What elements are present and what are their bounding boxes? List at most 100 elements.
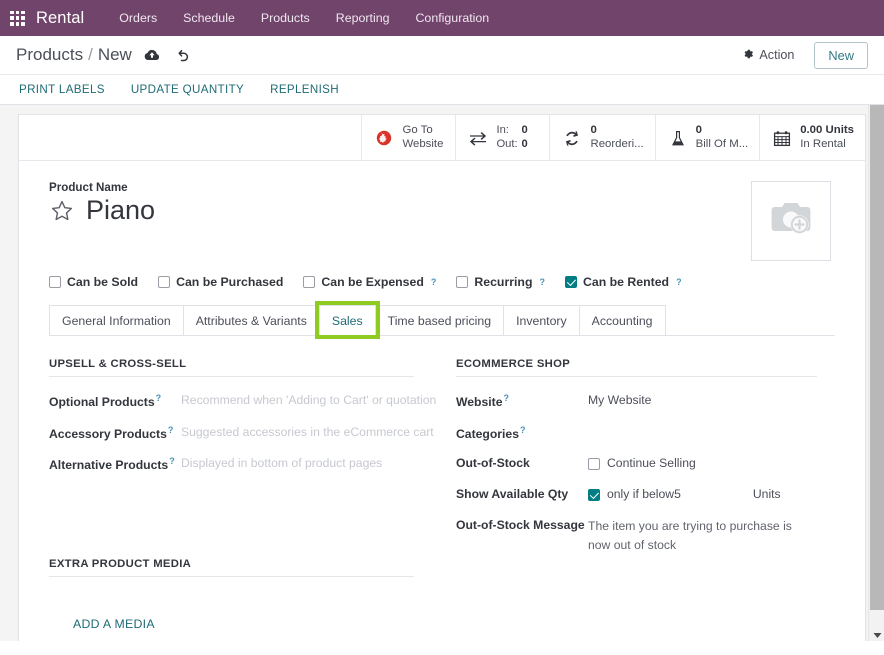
product-image-placeholder[interactable] bbox=[751, 181, 831, 261]
tab-general-information[interactable]: General Information bbox=[49, 305, 184, 335]
placeholder-alternative-products: Displayed in bottom of product pages bbox=[181, 456, 383, 471]
stat-out-value: 0 bbox=[521, 138, 528, 150]
checkbox-box-show-available-qty[interactable] bbox=[588, 488, 600, 501]
label-optional-products: Optional Products? bbox=[49, 391, 181, 411]
action-button-label: Action bbox=[759, 48, 795, 62]
tab-time-based-pricing[interactable]: Time based pricing bbox=[374, 305, 505, 335]
control-panel-actions: Action New bbox=[736, 41, 868, 69]
checkbox-continue-selling[interactable]: Continue Selling bbox=[588, 455, 817, 472]
label-text-accessory-products: Accessory Products bbox=[49, 426, 167, 441]
checkbox-box-recurring[interactable] bbox=[456, 276, 469, 288]
camera-add-icon bbox=[768, 199, 814, 244]
value-categories[interactable] bbox=[588, 423, 817, 424]
value-out-of-stock: Continue Selling bbox=[588, 454, 817, 472]
help-icon-categories[interactable]: ? bbox=[520, 425, 526, 435]
form-button-bar: PRINT LABELS UPDATE QUANTITY REPLENISH bbox=[0, 75, 884, 105]
stat-button-go-to-website[interactable]: Go To Website bbox=[361, 115, 455, 161]
label-alternative-products: Alternative Products? bbox=[49, 454, 181, 474]
value-optional-products[interactable]: Recommend when 'Adding to Cart' or quota… bbox=[181, 391, 436, 409]
input-available-threshold[interactable]: 5 bbox=[674, 486, 681, 503]
nav-item-products[interactable]: Products bbox=[248, 7, 323, 29]
value-alternative-products[interactable]: Displayed in bottom of product pages bbox=[181, 454, 414, 472]
scrollbar-thumb[interactable] bbox=[870, 105, 884, 610]
cloud-save-icon[interactable] bbox=[144, 49, 160, 62]
stat-button-in-rental[interactable]: 0.00 Units In Rental bbox=[759, 115, 865, 161]
checkbox-box-can-be-rented[interactable] bbox=[564, 276, 577, 288]
star-favorite-icon[interactable] bbox=[49, 198, 75, 224]
nav-item-orders[interactable]: Orders bbox=[106, 7, 170, 29]
stat-value-reordering: 0 bbox=[590, 124, 597, 137]
undo-discard-icon[interactable] bbox=[176, 48, 191, 62]
product-name-block: Product Name Piano bbox=[49, 181, 751, 261]
nav-item-schedule[interactable]: Schedule bbox=[170, 7, 248, 29]
stat-button-in-out[interactable]: In: 0 Out: 0 bbox=[455, 115, 549, 161]
tab-attributes-variants[interactable]: Attributes & Variants bbox=[182, 305, 320, 335]
label-accessory-products: Accessory Products? bbox=[49, 423, 181, 443]
product-name-row: Piano bbox=[49, 195, 751, 226]
help-icon-recurring[interactable]: ? bbox=[539, 277, 545, 287]
placeholder-accessory-products: Suggested accessories in the eCommerce c… bbox=[181, 424, 434, 439]
checkbox-can-be-rented[interactable]: Can be Rented ? bbox=[564, 275, 682, 289]
value-out-of-stock-message[interactable]: The item you are trying to purchase is n… bbox=[588, 516, 817, 555]
checkbox-box-can-be-purchased[interactable] bbox=[158, 276, 171, 288]
help-icon-can-be-expensed[interactable]: ? bbox=[431, 277, 437, 287]
checkbox-box-continue-selling[interactable] bbox=[588, 457, 600, 470]
action-button[interactable]: Action bbox=[736, 47, 800, 64]
breadcrumb: Products / New bbox=[16, 45, 191, 65]
stat-value-bill-of-materials: 0 bbox=[695, 124, 702, 137]
stat-out-row: Out: 0 bbox=[496, 138, 527, 152]
replenish-button[interactable]: REPLENISH bbox=[267, 81, 342, 98]
page-body: Go To Website In: 0 Out: 0 0 Reorderi...… bbox=[0, 105, 884, 641]
label-out-of-stock: Out-of-Stock bbox=[456, 456, 530, 471]
field-optional-products: Optional Products? Recommend when 'Addin… bbox=[49, 391, 436, 411]
stat-value-in-rental: 0.00 Units bbox=[800, 124, 854, 137]
tab-sales[interactable]: Sales bbox=[314, 301, 380, 339]
stat-button-reordering[interactable]: 0 Reorderi... bbox=[549, 115, 654, 161]
checkbox-show-available-qty[interactable]: only if below bbox=[588, 486, 674, 503]
help-icon-alternative-products[interactable]: ? bbox=[169, 456, 175, 466]
stat-text-in-out: In: 0 Out: 0 bbox=[496, 124, 527, 151]
apps-grid-icon[interactable] bbox=[10, 10, 25, 26]
help-icon-can-be-rented[interactable]: ? bbox=[676, 277, 682, 287]
new-record-button[interactable]: New bbox=[814, 41, 868, 69]
checkbox-box-can-be-sold[interactable] bbox=[49, 276, 61, 288]
stat-button-bill-of-materials[interactable]: 0 Bill Of M... bbox=[654, 115, 760, 161]
label-text-categories: Categories bbox=[456, 426, 519, 441]
breadcrumb-separator: / bbox=[88, 45, 93, 64]
add-a-media-button[interactable]: ADD A MEDIA bbox=[71, 613, 157, 635]
group-title-ecommerce-shop: ECOMMERCE SHOP bbox=[456, 358, 817, 377]
value-accessory-products[interactable]: Suggested accessories in the eCommerce c… bbox=[181, 423, 434, 441]
checkbox-box-can-be-expensed[interactable] bbox=[303, 276, 316, 288]
help-icon-optional-products[interactable]: ? bbox=[156, 393, 162, 403]
globe-icon bbox=[373, 130, 395, 146]
extra-product-media-group: EXTRA PRODUCT MEDIA ADD A MEDIA bbox=[49, 558, 414, 635]
checkbox-recurring[interactable]: Recurring ? bbox=[456, 275, 545, 289]
nav-item-configuration[interactable]: Configuration bbox=[402, 7, 502, 29]
update-quantity-button[interactable]: UPDATE QUANTITY bbox=[128, 81, 247, 98]
label-text-optional-products: Optional Products bbox=[49, 395, 155, 410]
print-labels-button[interactable]: PRINT LABELS bbox=[16, 81, 108, 98]
field-accessory-products: Accessory Products? Suggested accessorie… bbox=[49, 423, 434, 443]
control-panel: Products / New Action New bbox=[0, 36, 884, 75]
vertical-scrollbar[interactable] bbox=[868, 105, 884, 641]
breadcrumb-parent-products[interactable]: Products bbox=[16, 45, 83, 65]
label-units: Units bbox=[752, 487, 781, 502]
scrollbar-down-arrow-icon[interactable] bbox=[869, 632, 884, 639]
help-icon-website[interactable]: ? bbox=[504, 393, 510, 403]
product-name-value[interactable]: Piano bbox=[86, 195, 155, 226]
checkbox-can-be-expensed[interactable]: Can be Expensed ? bbox=[303, 275, 436, 289]
label-website: Website? bbox=[456, 391, 588, 411]
placeholder-optional-products: Recommend when 'Adding to Cart' or quota… bbox=[181, 393, 437, 407]
product-header: Product Name Piano bbox=[19, 161, 865, 261]
checkbox-can-be-purchased[interactable]: Can be Purchased bbox=[158, 275, 283, 289]
tab-inventory[interactable]: Inventory bbox=[503, 305, 580, 335]
label-text-website: Website bbox=[456, 395, 503, 410]
sales-right-column: ECOMMERCE SHOP Website? My Website Categ… bbox=[442, 358, 835, 635]
checkbox-can-be-sold[interactable]: Can be Sold bbox=[49, 275, 138, 289]
help-icon-accessory-products[interactable]: ? bbox=[168, 425, 174, 435]
tab-accounting[interactable]: Accounting bbox=[578, 305, 666, 335]
stat-line1-go-to-website: Go To bbox=[402, 124, 433, 137]
nav-item-reporting[interactable]: Reporting bbox=[323, 7, 403, 29]
app-brand-rental[interactable]: Rental bbox=[36, 9, 84, 28]
value-website[interactable]: My Website bbox=[588, 391, 817, 409]
